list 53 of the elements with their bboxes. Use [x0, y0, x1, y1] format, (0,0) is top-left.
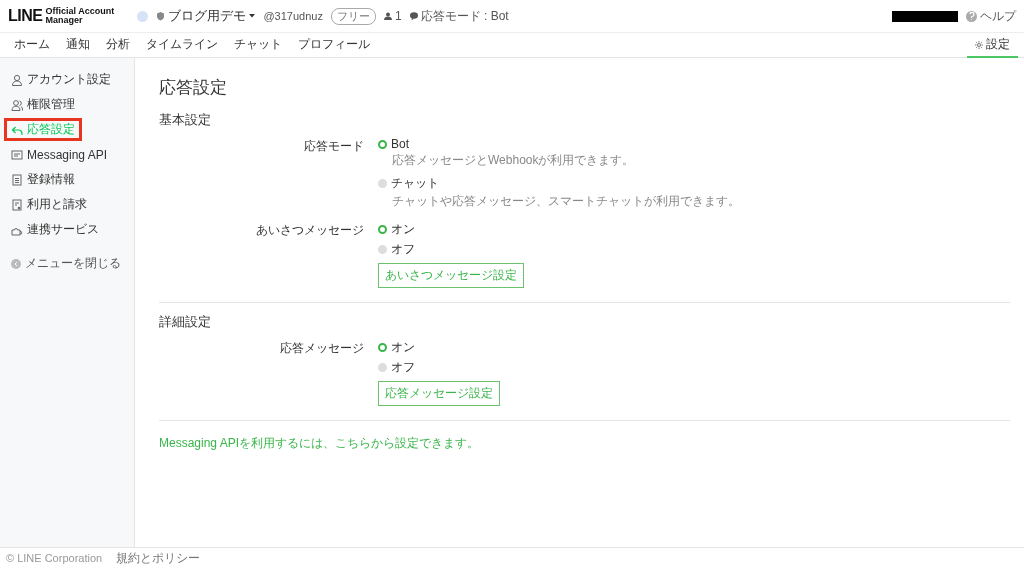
radio-button[interactable]: [378, 139, 387, 149]
sidebar-item[interactable]: 連携サービス: [4, 218, 106, 241]
document-icon: [11, 173, 23, 186]
person-icon: [11, 73, 23, 86]
nav-tab[interactable]: 設定: [967, 33, 1018, 58]
nav-tab[interactable]: 分析: [98, 33, 138, 58]
sidebar-item[interactable]: 権限管理: [4, 93, 82, 116]
caret-icon: [249, 14, 256, 18]
chat-bubble-icon: [409, 11, 418, 21]
section-title: 詳細設定: [159, 313, 212, 331]
radio-button[interactable]: [378, 343, 387, 352]
account-id: @317udnuz: [263, 10, 323, 22]
option-hint: チャットや応答メッセージ、スマートチャットが利用できます。: [392, 193, 740, 210]
setting-label: 応答モード: [303, 138, 364, 155]
help-link[interactable]: ヘルプ: [980, 7, 1016, 25]
question-mark-icon: [968, 12, 975, 20]
shield-icon: [156, 11, 166, 21]
nav-tab[interactable]: ホーム: [6, 33, 58, 58]
policy-link[interactable]: 規約とポリシー: [116, 549, 201, 567]
option-label: チャット: [391, 175, 439, 192]
setting-label: あいさつメッセージ: [255, 222, 364, 239]
chevron-circle-icon: [11, 258, 21, 269]
option-label: オフ: [391, 359, 415, 376]
section-title: 基本設定: [159, 111, 212, 129]
account-avatar: [137, 10, 149, 22]
page-title: 応答設定: [159, 77, 228, 99]
option-label: Bot: [391, 137, 409, 151]
account-name[interactable]: ブログ用デモ: [168, 7, 247, 25]
nav-tab[interactable]: タイムライン: [138, 33, 226, 58]
people-icon: [11, 98, 23, 111]
option-label: オフ: [391, 241, 415, 258]
sidebar-item[interactable]: アカウント設定: [4, 68, 118, 91]
redacted-block: [892, 10, 958, 22]
person-icon: [383, 12, 392, 20]
nav-tab[interactable]: チャット: [226, 33, 290, 58]
copyright: © LINE Corporation: [6, 552, 103, 564]
plan-badge: フリー: [330, 7, 376, 25]
sidebar-item[interactable]: 利用と請求: [4, 193, 94, 216]
option-label: オン: [391, 339, 415, 356]
setting-label: 応答メッセージ: [279, 340, 364, 357]
nav-tab[interactable]: プロフィール: [290, 33, 378, 58]
message-icon: [11, 148, 23, 161]
receipt-icon: [11, 198, 23, 211]
member-count: 1: [394, 9, 402, 23]
option-hint: 応答メッセージとWebhookが利用できます。: [392, 152, 635, 169]
option-label: オン: [391, 221, 415, 238]
radio-button[interactable]: [378, 225, 387, 234]
sidebar-item[interactable]: 登録情報: [4, 168, 82, 191]
close-menu-link[interactable]: メニューを閉じる: [11, 255, 134, 272]
sidebar-item[interactable]: Messaging API: [4, 143, 115, 166]
response-mode: 応答モード : Bot: [420, 7, 509, 25]
gear-icon: [975, 40, 983, 49]
nav-tab[interactable]: 通知: [58, 33, 98, 58]
